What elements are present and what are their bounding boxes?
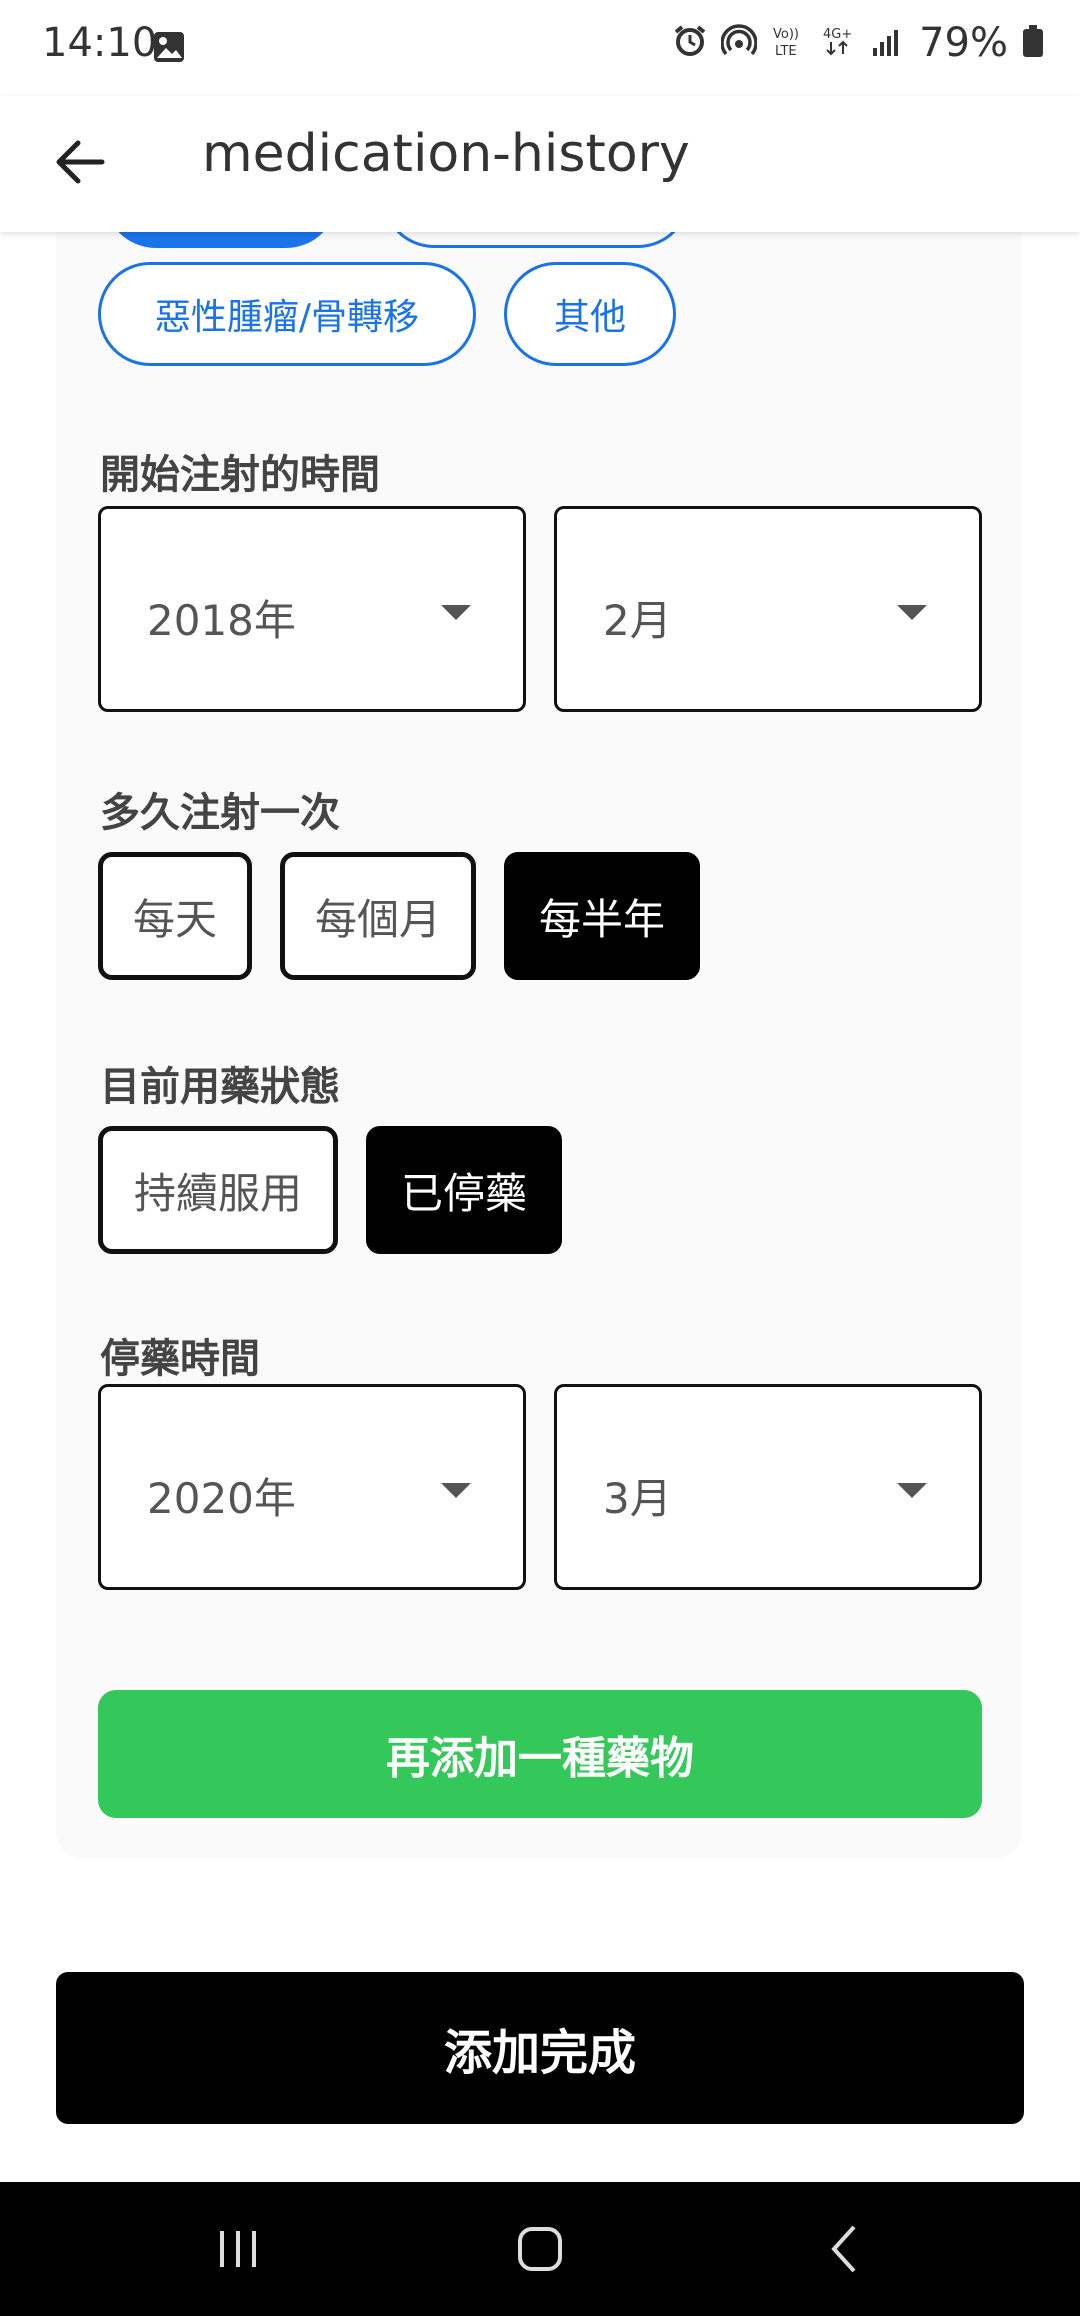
volte-icon: Vo)) LTE [771, 24, 807, 62]
battery-icon [1022, 24, 1044, 62]
dropdown-value: 3月 [603, 1474, 672, 1523]
dropdown-value: 2020年 [147, 1474, 296, 1523]
status-option-stopped[interactable]: 已停藥 [366, 1126, 562, 1254]
status-time: 14:10 [42, 20, 158, 66]
frequency-option-half-year[interactable]: 每半年 [504, 852, 700, 980]
stop-month-dropdown[interactable]: 3月 [554, 1384, 982, 1590]
add-another-medication-button[interactable]: 再添加一種藥物 [98, 1690, 982, 1818]
indication-chip-malignancy[interactable]: 惡性腫瘤/骨轉移 [98, 262, 476, 366]
recent-apps-icon [220, 2231, 256, 2267]
option-label: 持續服用 [133, 1168, 302, 1218]
indication-chip-other[interactable]: 其他 [504, 262, 676, 366]
chip-label: 其他 [553, 297, 626, 338]
battery-percent: 79% [919, 20, 1008, 66]
back-button[interactable] [40, 122, 120, 202]
dropdown-value: 2018年 [147, 596, 296, 645]
status-icons: Vo)) LTE 4G+ 79% [673, 20, 1044, 66]
option-label: 每半年 [538, 894, 665, 944]
medication-status-label: 目前用藥狀態 [100, 1064, 340, 1110]
status-option-continuing[interactable]: 持續服用 [98, 1126, 338, 1254]
image-icon [152, 30, 186, 68]
frequency-option-daily[interactable]: 每天 [98, 852, 252, 980]
svg-text:LTE: LTE [775, 44, 797, 58]
recent-apps-button[interactable] [178, 2182, 298, 2316]
home-button[interactable] [480, 2182, 600, 2316]
chevron-left-icon [831, 2225, 856, 2273]
dropdown-value: 2月 [603, 596, 672, 645]
frequency-option-monthly[interactable]: 每個月 [280, 852, 476, 980]
dropdown-arrow-icon [441, 605, 471, 620]
done-button[interactable]: 添加完成 [56, 1972, 1024, 2124]
alarm-icon [673, 24, 707, 62]
svg-text:Vo)): Vo)) [773, 27, 799, 42]
frequency-label: 多久注射一次 [100, 790, 340, 836]
start-month-dropdown[interactable]: 2月 [554, 506, 982, 712]
start-year-dropdown[interactable]: 2018年 [98, 506, 526, 712]
status-bar: 14:10 Vo)) LTE 4G+ 79% [0, 0, 1080, 96]
stop-year-dropdown[interactable]: 2020年 [98, 1384, 526, 1590]
option-label: 每個月 [314, 894, 441, 944]
dropdown-arrow-icon [897, 605, 927, 620]
4g-icon: 4G+ [821, 24, 857, 62]
svg-text:4G+: 4G+ [823, 27, 852, 42]
signal-icon [871, 24, 905, 62]
home-icon [518, 2227, 562, 2271]
option-label: 已停藥 [400, 1168, 527, 1218]
page-title: medication-history [202, 124, 690, 184]
option-label: 每天 [132, 894, 217, 944]
back-arrow-icon [56, 140, 105, 184]
hotspot-icon [720, 24, 758, 62]
stop-time-label: 停藥時間 [100, 1336, 260, 1382]
system-back-button[interactable] [784, 2182, 904, 2316]
chip-label: 惡性腫瘤/骨轉移 [154, 297, 420, 338]
start-time-label: 開始注射的時間 [100, 452, 380, 498]
dropdown-arrow-icon [897, 1483, 927, 1498]
dropdown-arrow-icon [441, 1483, 471, 1498]
app-bar: medication-history [0, 96, 1080, 232]
system-nav-bar [0, 2182, 1080, 2316]
